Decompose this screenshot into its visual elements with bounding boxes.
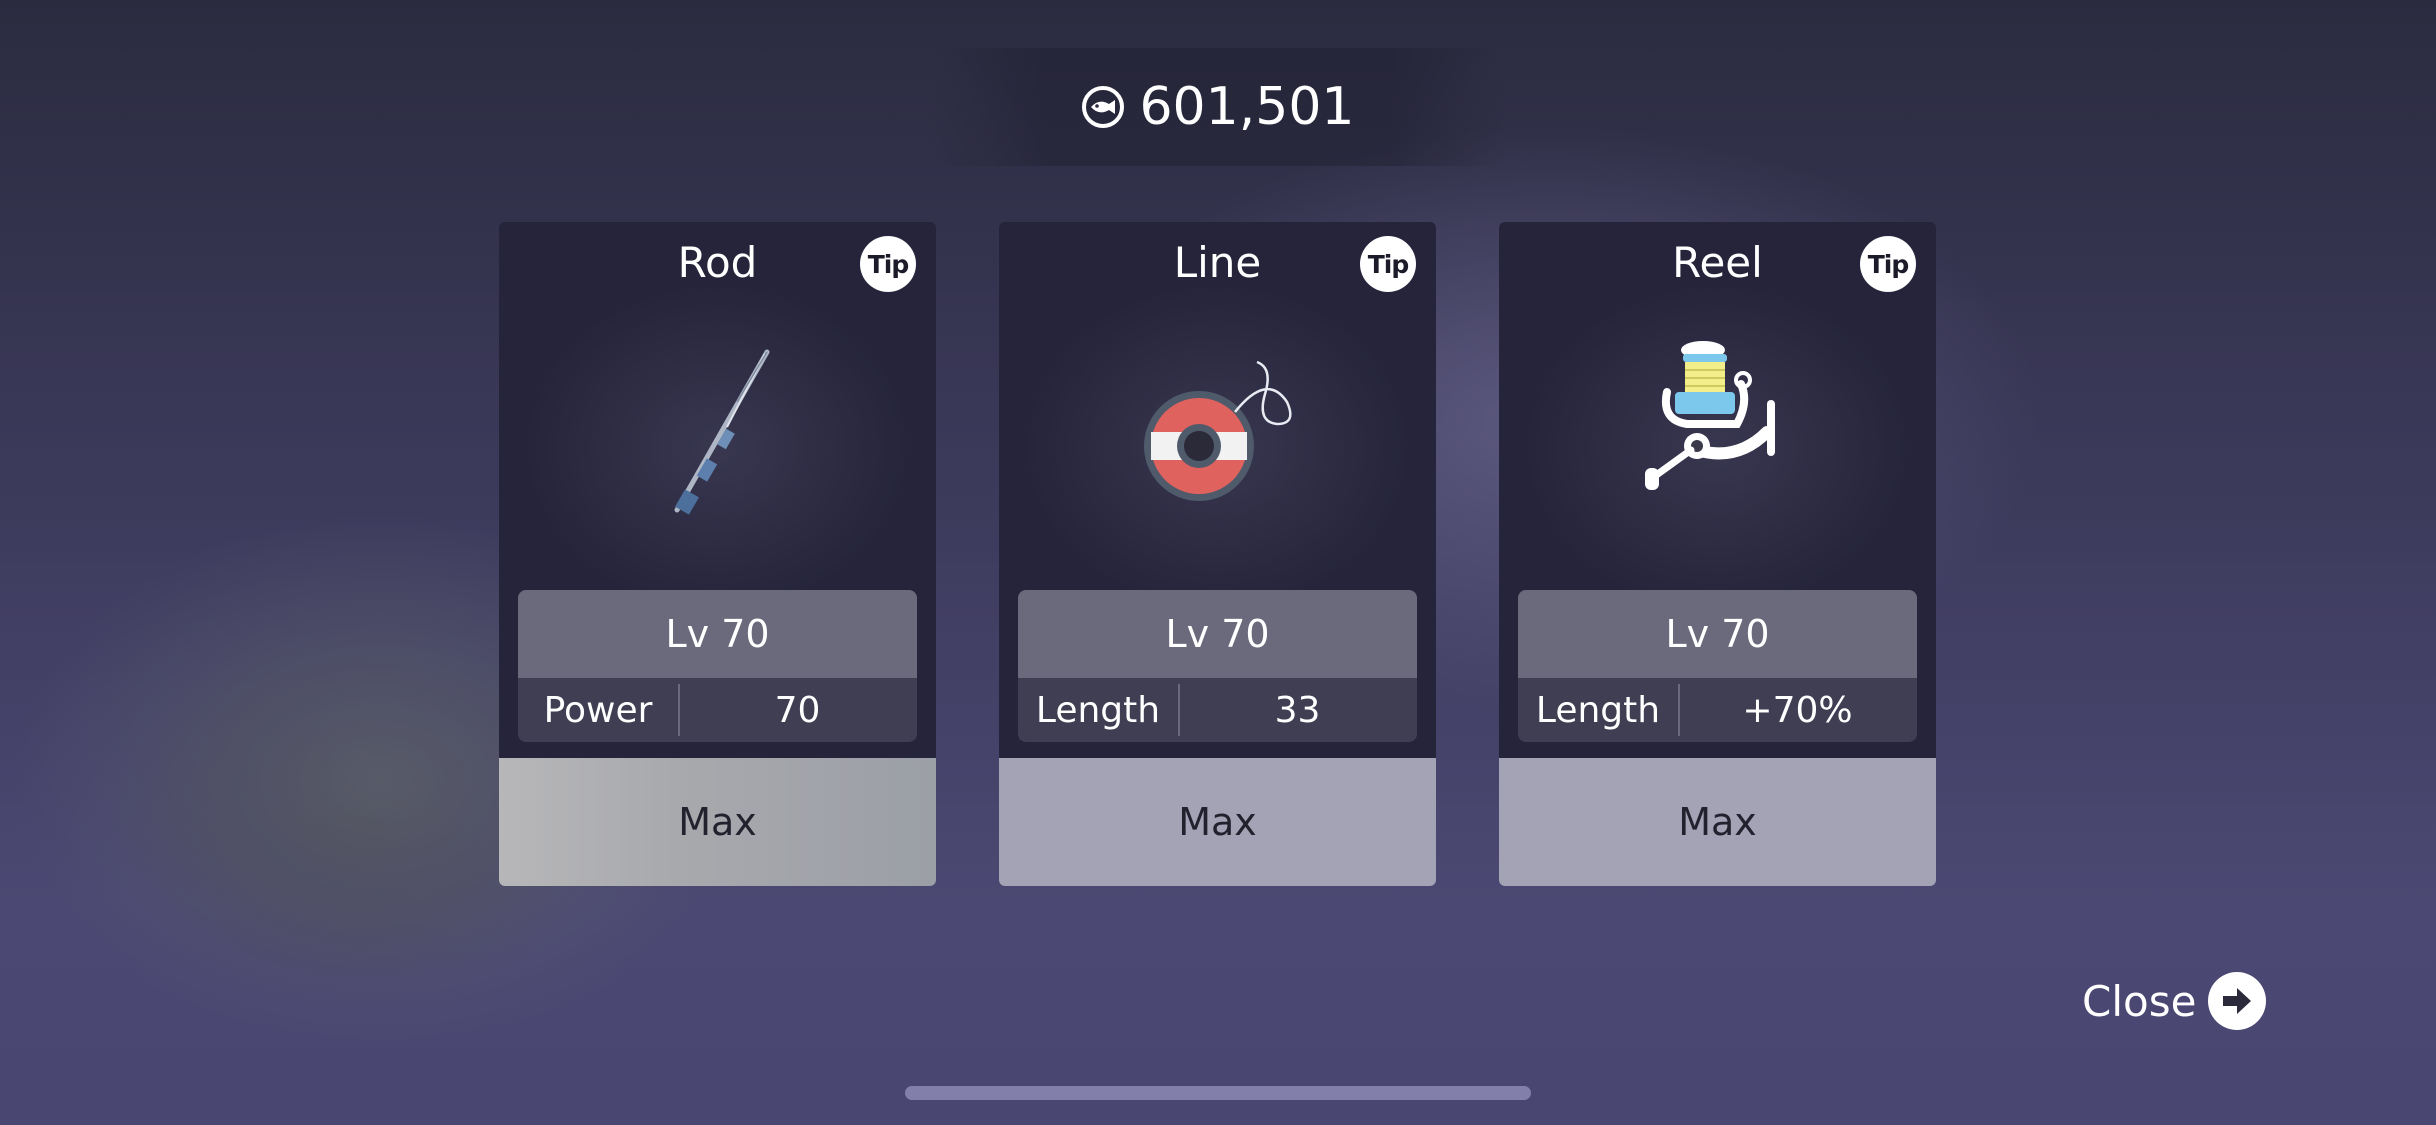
fish-coin-icon [1082, 86, 1125, 128]
stat-name: Length [1535, 689, 1661, 731]
fishing-rod-icon [674, 349, 770, 515]
rod-card: Rod Tip Lv 70 Power 70 Max [499, 222, 936, 886]
line-spool-icon [1144, 360, 1292, 501]
max-button[interactable]: Max [499, 758, 936, 886]
divider [678, 684, 680, 736]
stat-row: Length 33 [1018, 678, 1417, 742]
stats-panel: Lv 70 Power 70 [518, 590, 917, 742]
level-label: Lv 70 [1518, 590, 1917, 678]
max-button[interactable]: Max [999, 758, 1436, 886]
home-indicator[interactable] [905, 1086, 1531, 1100]
arrow-right-icon [2208, 972, 2267, 1030]
stat-value: +70% [1742, 689, 1853, 731]
tip-button[interactable]: Tip [860, 236, 916, 292]
tip-button[interactable]: Tip [1860, 236, 1916, 292]
stat-name: Length [1035, 689, 1161, 731]
level-label: Lv 70 [1018, 590, 1417, 678]
stat-value: 33 [1274, 689, 1321, 731]
fishing-reel-icon [1645, 341, 1775, 490]
divider [1678, 684, 1680, 736]
stat-row: Length +70% [1518, 678, 1917, 742]
stat-name: Power [543, 689, 653, 731]
currency-display: 601,501 [930, 48, 1506, 166]
reel-card: Reel Tip Lv 70 Length +70% Max [1499, 222, 1936, 886]
close-label: Close [2082, 976, 2197, 1026]
stat-value: 70 [774, 689, 821, 731]
stats-panel: Lv 70 Length 33 [1018, 590, 1417, 742]
line-card: Line Tip Lv 70 Length 33 Max [999, 222, 1436, 886]
close-button[interactable]: Close [2082, 972, 2267, 1030]
stats-panel: Lv 70 Length +70% [1518, 590, 1917, 742]
currency-amount: 601,501 [1139, 77, 1355, 137]
tip-button[interactable]: Tip [1360, 236, 1416, 292]
stat-row: Power 70 [518, 678, 917, 742]
max-button[interactable]: Max [1499, 758, 1936, 886]
level-label: Lv 70 [518, 590, 917, 678]
divider [1178, 684, 1180, 736]
